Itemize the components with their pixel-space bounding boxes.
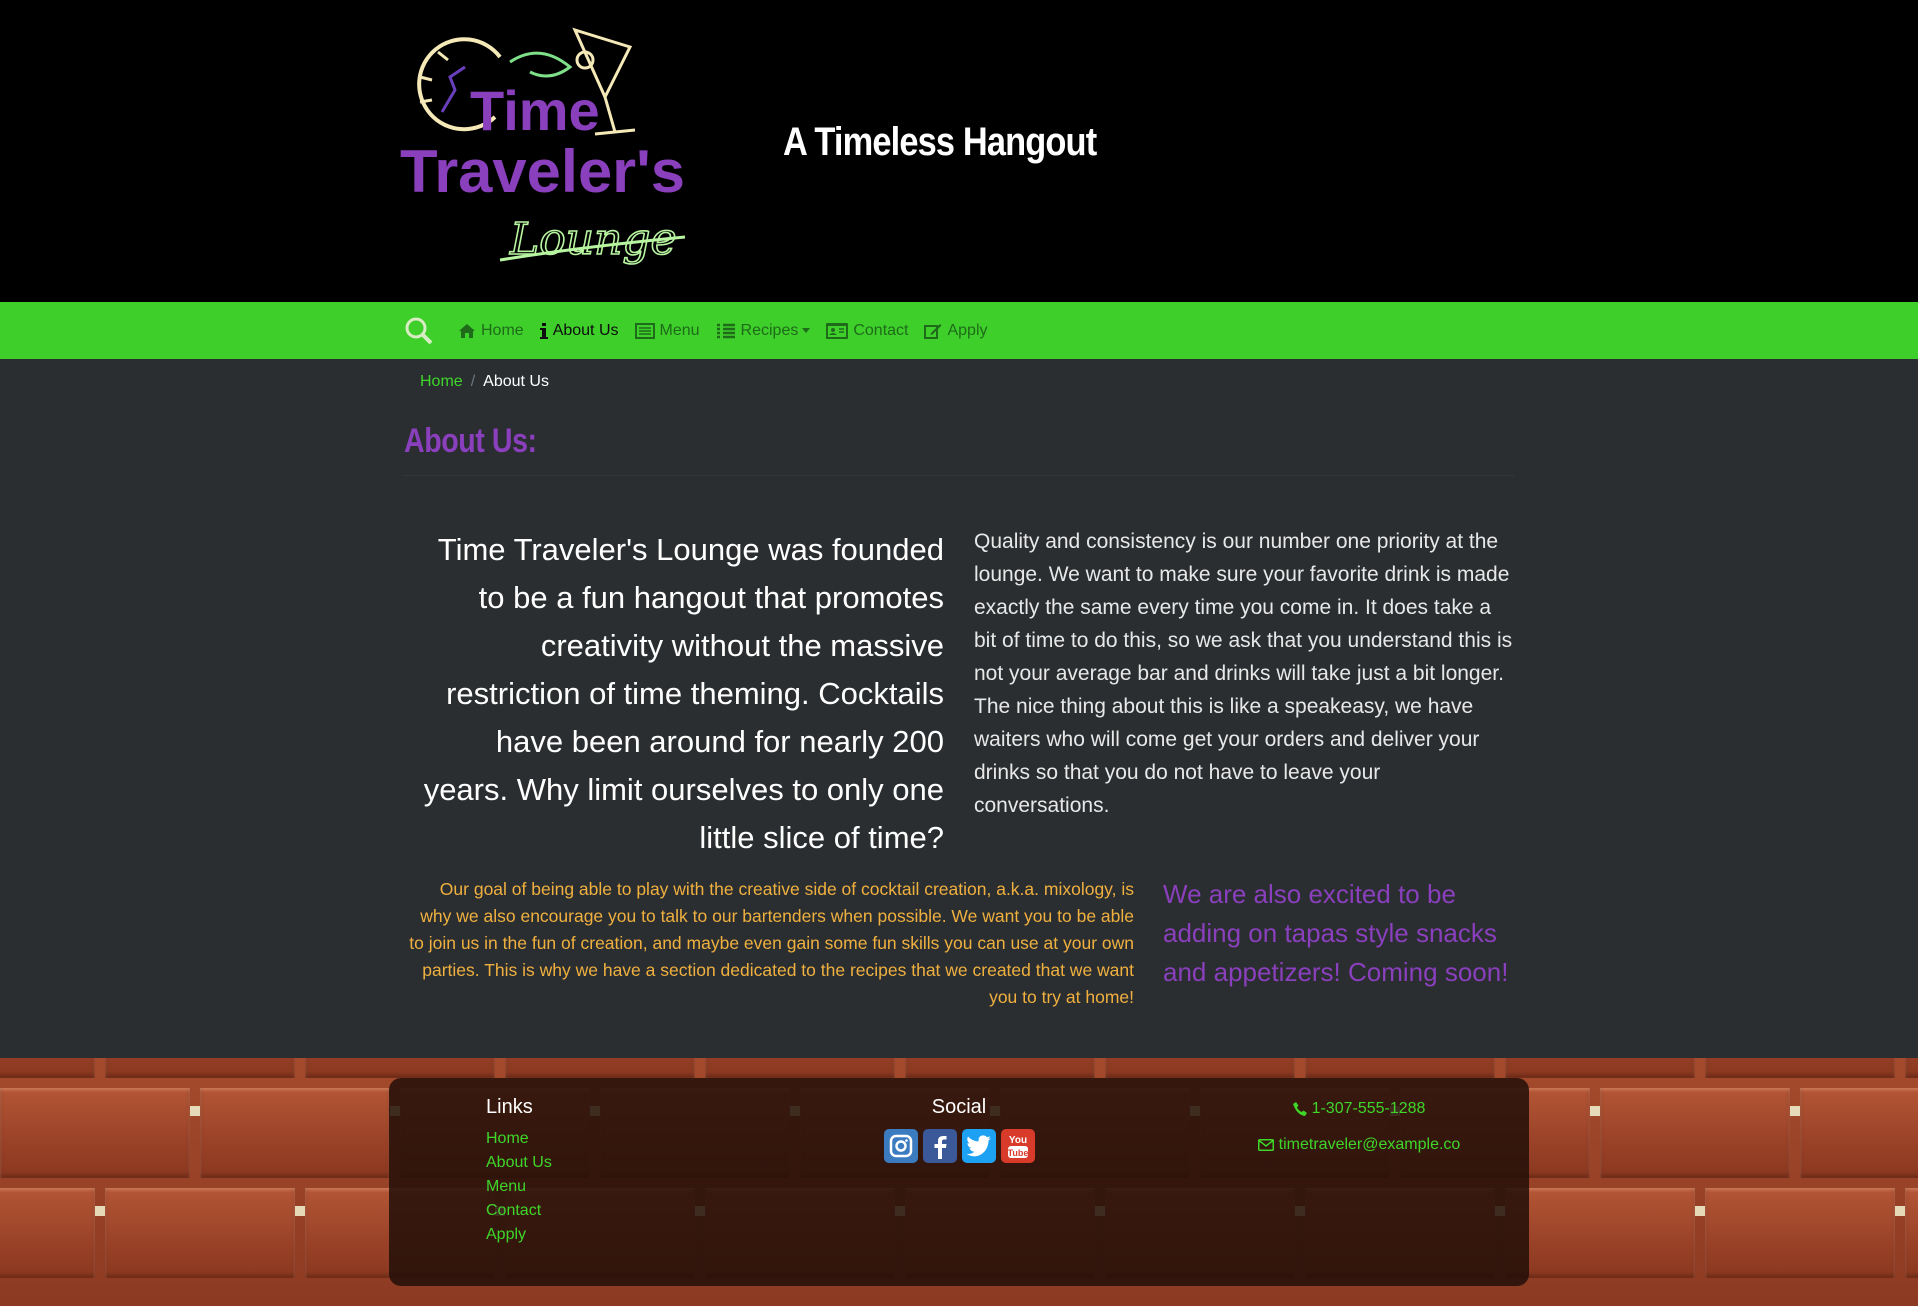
list-icon — [716, 323, 735, 338]
svg-text:You: You — [1008, 1135, 1026, 1146]
youtube-icon[interactable]: You Tube — [1000, 1129, 1035, 1163]
nav-item-label: About Us — [552, 321, 619, 339]
footer-social-heading: Social — [931, 1096, 987, 1118]
brick — [1705, 1058, 1895, 1078]
logo-text-travelers: Traveler's — [400, 138, 685, 205]
brick — [1800, 1088, 1918, 1178]
brick — [1305, 1058, 1495, 1078]
breadcrumb-home-link[interactable]: Home — [420, 373, 463, 391]
footer-panel: Links Home About Us Menu Contact Apply S… — [389, 1078, 1529, 1286]
brick — [0, 1058, 95, 1078]
brick — [1505, 1188, 1695, 1278]
info-icon — [539, 322, 548, 339]
footer-contact-section: 1-307-555-1288 timetraveler@example.co — [1209, 1100, 1509, 1172]
brick — [0, 1188, 95, 1278]
footer-email-text: timetraveler@example.co — [1278, 1136, 1461, 1153]
site-logo[interactable]: Time Traveler's Lounge — [400, 22, 690, 267]
nav-item-label: Menu — [659, 321, 700, 339]
brick — [1905, 1058, 1918, 1078]
footer-link-about-us[interactable]: About Us — [486, 1151, 552, 1175]
brick — [1505, 1058, 1695, 1078]
footer-link-apply[interactable]: Apply — [486, 1223, 552, 1247]
breadcrumb-separator: / — [470, 373, 476, 390]
nav-item-home[interactable]: Home — [458, 322, 524, 340]
brick — [105, 1058, 295, 1078]
brick — [1905, 1188, 1918, 1278]
nav-item-contact[interactable]: Contact — [826, 322, 908, 340]
envelope-icon — [1257, 1139, 1274, 1151]
footer-social-section: Social You Tube — [839, 1096, 1079, 1163]
address-card-icon — [826, 322, 849, 339]
footer-email-link[interactable]: timetraveler@example.co — [1209, 1136, 1509, 1154]
phone-icon — [1292, 1102, 1307, 1116]
footer-phone-link[interactable]: 1-307-555-1288 — [1209, 1100, 1509, 1118]
footer-links-heading: Links — [486, 1096, 533, 1118]
brick — [0, 1088, 190, 1178]
nav-item-recipes-dropdown[interactable]: Recipes — [716, 322, 811, 340]
brick — [200, 1088, 390, 1178]
nav-item-apply[interactable]: Apply — [924, 321, 988, 340]
footer-link-contact[interactable]: Contact — [486, 1199, 552, 1223]
footer-link-home[interactable]: Home — [486, 1127, 552, 1151]
brick — [305, 1058, 495, 1078]
instagram-icon[interactable] — [883, 1129, 918, 1163]
nav-item-label: Recipes — [740, 321, 799, 339]
brick — [1600, 1088, 1790, 1178]
twitter-icon[interactable] — [961, 1129, 996, 1163]
brick — [1705, 1188, 1895, 1278]
brick — [505, 1058, 695, 1078]
nav-item-label: Contact — [853, 321, 909, 339]
site-tagline: A Timeless Hangout — [783, 120, 1097, 164]
brick — [105, 1188, 295, 1278]
nav-item-label: Apply — [947, 321, 988, 339]
site-footer: Links Home About Us Menu Contact Apply S… — [0, 1058, 1918, 1306]
list-alt-icon — [634, 322, 655, 339]
brick — [1105, 1058, 1295, 1078]
page-title: About Us: — [404, 422, 537, 460]
brick — [705, 1058, 895, 1078]
breadcrumb-current: About Us — [483, 373, 549, 390]
facebook-icon[interactable] — [922, 1129, 957, 1163]
goal-paragraph: Our goal of being able to play with the … — [409, 879, 1134, 1007]
footer-link-menu[interactable]: Menu — [486, 1175, 552, 1199]
edit-icon — [924, 323, 942, 339]
svg-text:Tube: Tube — [1007, 1148, 1028, 1158]
brick — [905, 1058, 1095, 1078]
home-icon — [459, 323, 475, 338]
breadcrumb: Home / About Us — [420, 373, 549, 391]
chevron-down-icon — [802, 328, 811, 333]
footer-phone-text: 1-307-555-1288 — [1311, 1100, 1426, 1117]
nav-item-about-us[interactable]: About Us — [539, 321, 619, 340]
nav-item-label: Home — [481, 321, 524, 339]
nav-item-menu[interactable]: Menu — [634, 321, 700, 340]
main-navbar: Home About Us Menu Recipes Contact Apply — [0, 302, 1918, 359]
footer-links-section: Links Home About Us Menu Contact Apply — [486, 1096, 552, 1247]
about-lead-paragraph: Time Traveler's Lounge was founded to be… — [423, 532, 944, 855]
snacks-announcement: We are also excited to be adding on tapa… — [1163, 879, 1509, 987]
nav-brand-magnifier-icon[interactable] — [404, 315, 436, 347]
quality-paragraph: Quality and consistency is our number on… — [974, 530, 1513, 817]
site-header: Time Traveler's Lounge A Timeless Hangou… — [0, 0, 1918, 302]
logo-text-time: Time — [470, 79, 600, 142]
title-divider — [404, 475, 1514, 476]
